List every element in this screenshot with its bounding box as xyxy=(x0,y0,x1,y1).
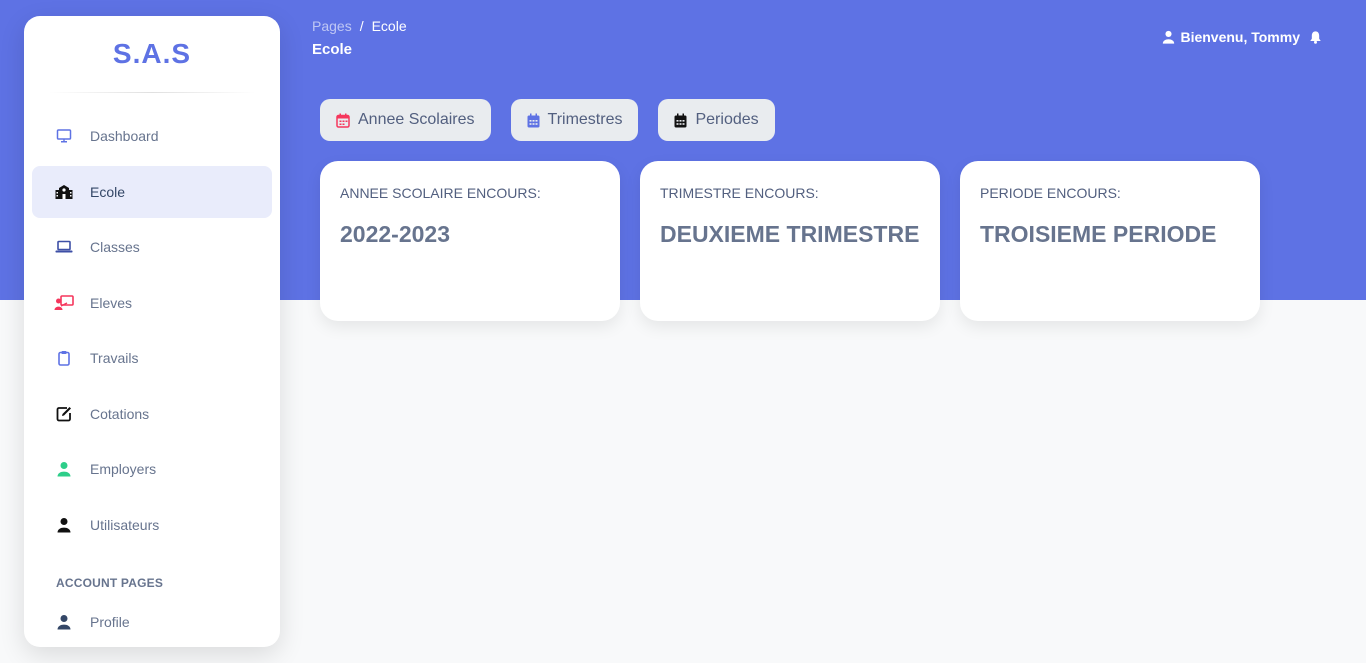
card-annee-scolaire: ANNEE SCOLAIRE ENCOURS: 2022-2023 xyxy=(320,161,620,321)
tab-trimestres[interactable]: Trimestres xyxy=(510,99,639,141)
sidebar-item-cotations[interactable]: Cotations xyxy=(32,388,272,440)
sidebar-item-dashboard[interactable]: Dashboard xyxy=(32,110,272,162)
card-value: 2022-2023 xyxy=(340,221,450,247)
card-value: TROISIEME PERIODE xyxy=(980,221,1217,247)
card-periode: PERIODE ENCOURS: TROISIEME PERIODE xyxy=(960,161,1260,321)
user-icon xyxy=(54,612,74,632)
sidebar-item-eleves[interactable]: Eleves xyxy=(32,277,272,329)
section-title-account-pages: ACCOUNT PAGES xyxy=(56,576,164,590)
sidebar-item-ecole[interactable]: Ecole xyxy=(32,165,272,218)
tab-periodes[interactable]: Periodes xyxy=(658,99,775,141)
card-value: DEUXIEME TRIMESTRE xyxy=(660,221,920,247)
clipboard-icon xyxy=(54,348,74,368)
brand-divider xyxy=(48,92,256,93)
breadcrumb-separator: / xyxy=(359,18,364,34)
calendar-days-icon xyxy=(674,113,695,128)
user-icon xyxy=(1162,30,1180,44)
sidebar-item-profile[interactable]: Profile xyxy=(32,596,272,648)
sidebar-item-travails[interactable]: Travails xyxy=(32,332,272,384)
sidebar-item-label: Profile xyxy=(90,614,130,630)
info-cards: ANNEE SCOLAIRE ENCOURS: 2022-2023 TRIMES… xyxy=(320,161,1280,321)
tab-bar: Annee Scolaires Trimestres Periodes xyxy=(320,99,795,141)
sidebar-item-employers[interactable]: Employers xyxy=(32,443,272,495)
sidebar-item-label: Cotations xyxy=(90,405,150,422)
sidebar-nav: Dashboard Ecole Classes Eleves Travails xyxy=(32,110,272,652)
desktop-icon xyxy=(54,126,74,146)
tab-label: Trimestres xyxy=(547,111,623,128)
breadcrumb: Pages / Ecole xyxy=(312,18,407,34)
card-label: TRIMESTRE ENCOURS: xyxy=(660,185,819,201)
card-label: ANNEE SCOLAIRE ENCOURS: xyxy=(340,185,541,201)
user-greeting: Bienvenu, Tommy xyxy=(1180,29,1300,45)
sidebar-item-label: Travails xyxy=(90,350,139,366)
brand-logo[interactable]: S.A.S xyxy=(24,16,280,92)
sidebar-item-label: Employers xyxy=(90,461,157,477)
sidebar-item-utilisateurs[interactable]: Utilisateurs xyxy=(32,499,272,551)
teacher-board-icon xyxy=(54,293,74,313)
sidebar-item-classes[interactable]: Classes xyxy=(32,221,272,273)
user-menu[interactable]: Bienvenu, Tommy xyxy=(1162,29,1300,45)
card-label: PERIODE ENCOURS: xyxy=(980,185,1121,201)
user-icon xyxy=(54,515,74,535)
sidebar-item-label: Classes xyxy=(90,239,140,255)
card-trimestre: TRIMESTRE ENCOURS: DEUXIEME TRIMESTRE xyxy=(640,161,940,321)
sidebar-item-label: Ecole xyxy=(90,183,126,200)
breadcrumb-current: Ecole xyxy=(371,18,407,34)
edit-icon xyxy=(54,404,74,424)
school-icon xyxy=(54,182,74,202)
tab-label: Annee Scolaires xyxy=(358,111,475,128)
user-area: Bienvenu, Tommy xyxy=(1162,29,1322,45)
laptop-icon xyxy=(54,237,74,257)
page-title: Ecole xyxy=(312,41,353,58)
calendar-icon xyxy=(527,113,548,128)
sidebar-item-label: Utilisateurs xyxy=(90,516,160,533)
breadcrumb-root[interactable]: Pages xyxy=(312,18,352,34)
bell-icon[interactable] xyxy=(1309,30,1322,44)
tab-label: Periodes xyxy=(695,111,759,128)
sidebar-item-label: Eleves xyxy=(90,294,133,311)
calendar-alt-icon xyxy=(336,113,358,128)
sidebar: S.A.S Dashboard Ecole Classes Eleves Tra… xyxy=(24,16,280,647)
user-icon xyxy=(54,459,74,479)
tab-annee-scolaires[interactable]: Annee Scolaires xyxy=(320,99,491,141)
sidebar-item-label: Dashboard xyxy=(90,128,159,144)
